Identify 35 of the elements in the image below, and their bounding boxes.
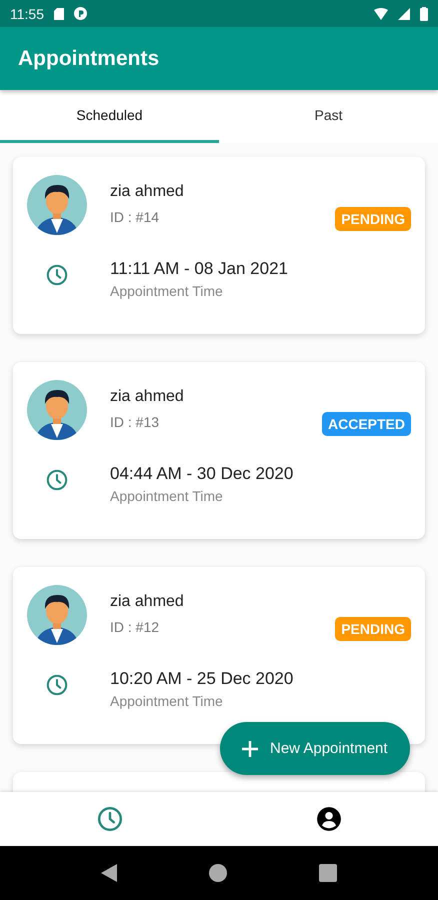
appointment-card[interactable]: zia ahmed ID : #14 PENDING 11:11 AM - 08 Jan 2021 Appointment Time	[13, 157, 425, 334]
time-caption: Appointment Time	[110, 488, 224, 504]
profile-icon	[316, 806, 342, 832]
patient-name: zia ahmed	[110, 388, 185, 406]
clock-icon	[46, 674, 68, 696]
appointment-time: 10:20 AM - 25 Dec 2020	[110, 669, 294, 689]
appointment-id: ID : #14	[110, 209, 160, 225]
sd-card-icon	[54, 8, 64, 20]
clock-icon	[46, 469, 68, 491]
wifi-icon	[374, 8, 388, 20]
signal-icon	[398, 8, 410, 20]
status-time: 11:55	[10, 6, 44, 22]
status-label: ACCEPTED	[322, 412, 411, 436]
clock-icon	[96, 806, 122, 832]
back-icon[interactable]	[101, 864, 117, 882]
appointment-card[interactable]: zia ahmed ID : #13 ACCEPTED 04:44 AM - 30 Dec 2020 Appointment Time	[13, 362, 425, 539]
home-icon[interactable]	[209, 864, 227, 882]
status-label: PENDING	[335, 207, 411, 231]
tab[interactable]: Past	[219, 90, 438, 143]
appointment-time: 11:11 AM - 08 Jan 2021	[110, 259, 288, 279]
time-caption: Appointment Time	[110, 283, 224, 299]
tab[interactable]: Scheduled	[0, 90, 219, 143]
clock-icon	[46, 264, 68, 286]
app-notification-icon	[74, 7, 87, 20]
plus-icon	[242, 740, 258, 756]
status-label: PENDING	[335, 617, 411, 641]
appointment-id: ID : #12	[110, 619, 160, 635]
patient-name: zia ahmed	[110, 593, 185, 611]
patient-name: zia ahmed	[110, 183, 185, 201]
time-caption: Appointment Time	[110, 693, 224, 709]
app-title: Appointments	[18, 46, 160, 70]
new-appointment-button[interactable]: New Appointment	[220, 722, 410, 775]
appointment-time: 04:44 AM - 30 Dec 2020	[110, 464, 294, 484]
battery-icon	[420, 6, 428, 20]
appointment-id: ID : #13	[110, 414, 160, 430]
